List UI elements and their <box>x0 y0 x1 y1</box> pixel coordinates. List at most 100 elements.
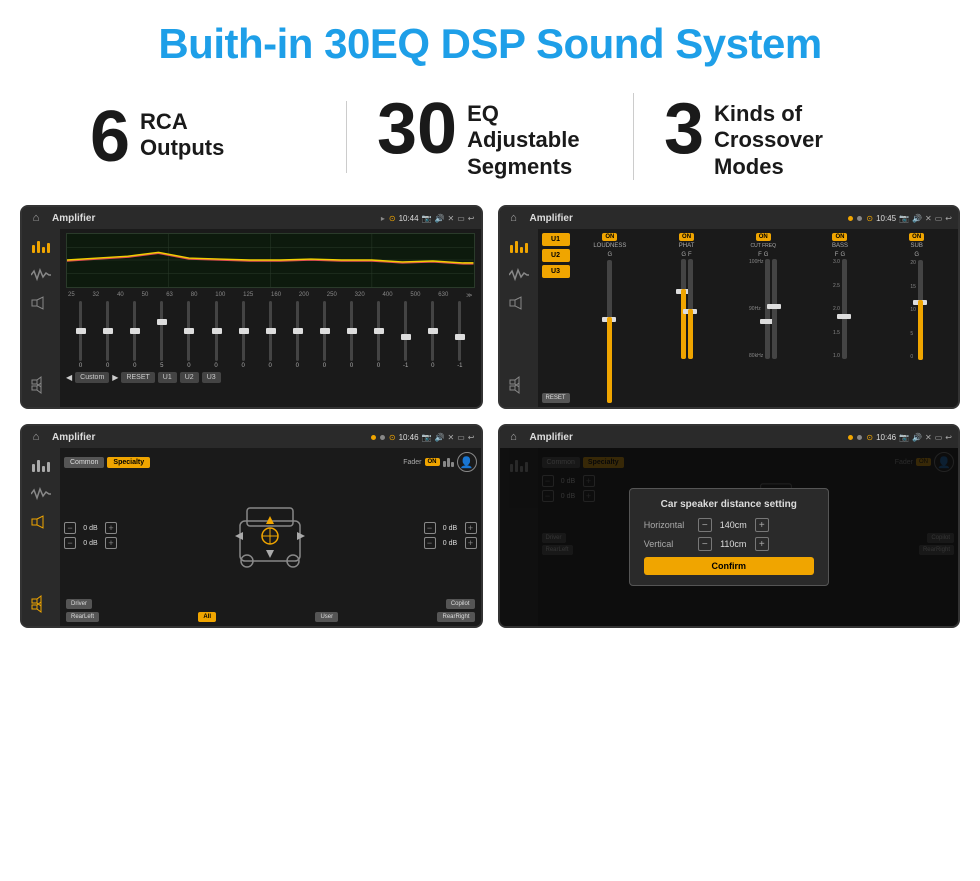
wave-sidebar-icon[interactable] <box>29 265 53 285</box>
screen4-time: 10:46 <box>876 433 896 442</box>
close-icon-3: ✕ <box>448 433 455 442</box>
driver-btn[interactable]: Driver <box>66 599 92 609</box>
left-minus-2[interactable]: − <box>64 537 76 549</box>
u1-button[interactable]: U1 <box>158 372 177 383</box>
loudness-toggle[interactable]: ON <box>602 233 617 241</box>
screen2-content: U1 U2 U3 RESET ON LOUDNESS G <box>500 229 959 407</box>
distance-dialog: Car speaker distance setting Horizontal … <box>629 488 829 586</box>
fader-toggle[interactable]: ON <box>425 458 440 466</box>
camera-icon-3: 📷 <box>422 433 432 442</box>
screen3-time: 10:46 <box>399 433 419 442</box>
eq-slider-630[interactable]: -1 <box>447 301 472 369</box>
eq-slider-160[interactable]: 0 <box>285 301 310 369</box>
eq-slider-125[interactable]: 0 <box>258 301 283 369</box>
copilot-btn[interactable]: Copilot <box>446 599 475 609</box>
play-icon: ▸ <box>381 214 385 223</box>
rearright-btn[interactable]: RearRight <box>437 612 474 622</box>
home-icon-3[interactable]: ⌂ <box>28 429 44 445</box>
status-dot-4a <box>848 435 853 440</box>
confirm-button[interactable]: Confirm <box>644 557 814 575</box>
user-icon[interactable]: 👤 <box>457 452 477 472</box>
screen2-time: 10:45 <box>876 214 896 223</box>
eq-slider-320[interactable]: 0 <box>366 301 391 369</box>
stat-crossover-number: 3 <box>664 93 704 165</box>
u1-preset[interactable]: U1 <box>542 233 570 246</box>
eq-slider-400[interactable]: -1 <box>393 301 418 369</box>
speaker-main-panel: Common Specialty Fader ON 👤 − <box>60 448 481 626</box>
right-minus-1[interactable]: − <box>424 522 436 534</box>
eq-sidebar-icon-2[interactable] <box>507 237 531 257</box>
volume-sidebar-icon-2[interactable] <box>509 376 529 399</box>
eq-sidebar-icon[interactable] <box>29 237 53 257</box>
horizontal-plus[interactable]: + <box>755 518 769 532</box>
window-icon-3: ▭ <box>457 433 465 442</box>
camera-icon: 📷 <box>422 214 432 223</box>
wave-sidebar-icon-2[interactable] <box>507 265 531 285</box>
reset-button[interactable]: RESET <box>121 372 154 383</box>
window-icon-4: ▭ <box>935 433 943 442</box>
volume-sidebar-icon[interactable] <box>31 376 51 399</box>
vertical-label: Vertical <box>644 539 694 549</box>
cutfreq-toggle[interactable]: ON <box>756 233 771 241</box>
close-icon-4: ✕ <box>925 433 932 442</box>
specialty-tab[interactable]: Specialty <box>107 457 150 468</box>
right-plus-2[interactable]: + <box>465 537 477 549</box>
left-minus-1[interactable]: − <box>64 522 76 534</box>
custom-button[interactable]: Custom <box>75 372 109 383</box>
horizontal-minus[interactable]: − <box>698 518 712 532</box>
status-bar-2: ⌂ Amplifier ⊙ 10:45 📷 🔊 ✕ ▭ ↩ <box>500 207 959 229</box>
speaker-sidebar-icon-2[interactable] <box>507 293 531 313</box>
eq-slider-25[interactable]: 0 <box>68 301 93 369</box>
eq-slider-32[interactable]: 0 <box>95 301 120 369</box>
right-minus-2[interactable]: − <box>424 537 436 549</box>
u3-button[interactable]: U3 <box>202 372 221 383</box>
screen-eq: ⌂ Amplifier ▸ ⊙ 10:44 📷 🔊 ✕ ▭ ↩ <box>20 205 483 409</box>
eq-slider-40[interactable]: 0 <box>122 301 147 369</box>
user-btn[interactable]: User <box>315 612 338 622</box>
u3-preset[interactable]: U3 <box>542 265 570 278</box>
speaker-sidebar-icon-3[interactable] <box>29 512 53 532</box>
speaker-sidebar-icon[interactable] <box>29 293 53 313</box>
right-db-row-1: − 0 dB + <box>424 522 477 534</box>
volume-icon-3: 🔊 <box>435 433 445 442</box>
u2-button[interactable]: U2 <box>180 372 199 383</box>
prev-button[interactable]: ◀ <box>66 373 72 382</box>
eq-slider-100[interactable]: 0 <box>231 301 256 369</box>
home-icon-2[interactable]: ⌂ <box>506 210 522 226</box>
left-plus-1[interactable]: + <box>105 522 117 534</box>
next-button[interactable]: ▶ <box>112 373 118 382</box>
common-tab[interactable]: Common <box>64 457 104 468</box>
amp-reset[interactable]: RESET <box>542 393 570 403</box>
eq-slider-250[interactable]: 0 <box>339 301 364 369</box>
volume-sidebar-icon-3[interactable] <box>31 595 51 618</box>
eq-slider-200[interactable]: 0 <box>312 301 337 369</box>
car-diagram <box>121 496 420 576</box>
vertical-minus[interactable]: − <box>698 537 712 551</box>
amp-main-panel: U1 U2 U3 RESET ON LOUDNESS G <box>538 229 959 407</box>
eq-slider-50[interactable]: 5 <box>149 301 174 369</box>
home-icon-4[interactable]: ⌂ <box>506 429 522 445</box>
u2-preset[interactable]: U2 <box>542 249 570 262</box>
sub-toggle[interactable]: ON <box>909 233 924 241</box>
eq-slider-80[interactable]: 0 <box>203 301 228 369</box>
vertical-plus[interactable]: + <box>755 537 769 551</box>
eq-sidebar-icon-3[interactable] <box>29 456 53 476</box>
status-bar-1: ⌂ Amplifier ▸ ⊙ 10:44 📷 🔊 ✕ ▭ ↩ <box>22 207 481 229</box>
window-icon: ▭ <box>457 214 465 223</box>
left-plus-2[interactable]: + <box>105 537 117 549</box>
screen-speaker: ⌂ Amplifier ⊙ 10:46 📷 🔊 ✕ ▭ ↩ <box>20 424 483 628</box>
eq-slider-500[interactable]: 0 <box>420 301 445 369</box>
camera-icon-4: 📷 <box>899 433 909 442</box>
phat-toggle[interactable]: ON <box>679 233 694 241</box>
all-btn[interactable]: All <box>198 612 216 622</box>
eq-sliders: 0 0 0 5 0 0 0 0 0 0 0 0 -1 0 -1 <box>66 301 475 369</box>
rearleft-btn[interactable]: RearLeft <box>66 612 99 622</box>
location-icon-2: ⊙ <box>866 214 873 223</box>
wave-sidebar-icon-3[interactable] <box>29 484 53 504</box>
eq-slider-63[interactable]: 0 <box>176 301 201 369</box>
left-db-row-1: − 0 dB + <box>64 522 117 534</box>
amp-channels: ON LOUDNESS G ON PHAT <box>573 233 955 403</box>
home-icon[interactable]: ⌂ <box>28 210 44 226</box>
right-plus-1[interactable]: + <box>465 522 477 534</box>
bass-toggle[interactable]: ON <box>832 233 847 241</box>
